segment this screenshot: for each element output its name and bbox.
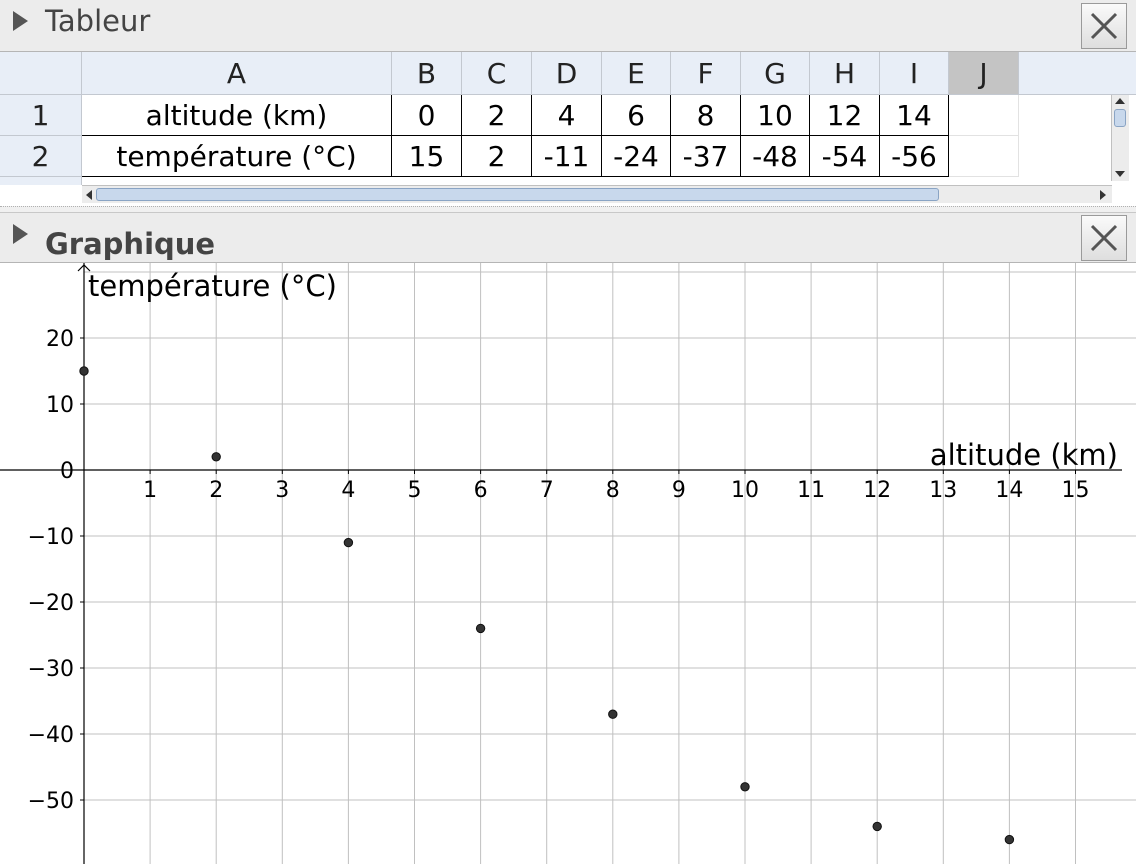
grid-corner — [0, 52, 82, 95]
vertical-scrollbar[interactable] — [1111, 95, 1129, 181]
x-tick-label: 14 — [995, 478, 1023, 503]
cell-g2[interactable]: -48 — [741, 136, 810, 177]
row-header-2[interactable]: 2 — [0, 136, 82, 177]
y-tick-label: −50 — [28, 789, 74, 814]
spreadsheet-panel-header: Tableur — [0, 0, 1136, 52]
x-tick-label: 4 — [341, 478, 355, 503]
data-point[interactable] — [740, 782, 750, 792]
x-tick-label: 15 — [1062, 478, 1090, 503]
y-tick-label: 10 — [46, 393, 74, 418]
x-tick-label: 13 — [929, 478, 957, 503]
close-spreadsheet-button[interactable] — [1081, 3, 1127, 49]
column-header-i[interactable]: I — [880, 52, 949, 95]
scroll-right-icon[interactable] — [1100, 190, 1106, 200]
close-icon — [1090, 224, 1118, 252]
x-tick-label: 2 — [209, 478, 223, 503]
close-icon — [1090, 12, 1118, 40]
horizontal-scrollbar[interactable] — [82, 185, 1112, 203]
cell-b2[interactable]: 15 — [392, 136, 462, 177]
x-tick-label: 9 — [672, 478, 686, 503]
vertical-scroll-thumb[interactable] — [1114, 109, 1126, 127]
graphics-view[interactable]: 1 2 3 4 5 6 7 8 9 10 11 12 13 14 15 20100−10−20−30−40−… — [0, 263, 1136, 864]
scroll-left-icon[interactable] — [86, 190, 92, 200]
close-graph-button[interactable] — [1081, 215, 1127, 261]
data-point[interactable] — [608, 709, 618, 719]
y-tick-labels: 20 10 0 −10 −20 −30 −40 −50 — [28, 327, 74, 814]
triangle-right-icon[interactable] — [13, 11, 28, 31]
column-header-empty — [1019, 52, 1136, 95]
graph-panel-header: Graphique — [0, 212, 1136, 263]
column-header-f[interactable]: F — [671, 52, 741, 95]
cell-i2[interactable]: -56 — [880, 136, 949, 177]
horizontal-scroll-thumb[interactable] — [96, 188, 939, 201]
data-point[interactable] — [475, 623, 486, 634]
cell-d1[interactable]: 4 — [532, 95, 602, 136]
cell-e1[interactable]: 6 — [602, 95, 671, 136]
axes — [0, 263, 1122, 864]
cell-f1[interactable]: 8 — [671, 95, 741, 136]
y-tick-label: −40 — [28, 723, 74, 748]
row-header-3-partial — [0, 177, 82, 185]
cell-c2[interactable]: 2 — [462, 136, 532, 177]
column-header-d[interactable]: D — [532, 52, 602, 95]
x-tick-label: 3 — [275, 478, 289, 503]
column-header-e[interactable]: E — [602, 52, 671, 95]
grid-lines — [84, 263, 1136, 864]
row-header-1[interactable]: 1 — [0, 95, 82, 136]
cell-g1[interactable]: 10 — [741, 95, 810, 136]
cell-a1[interactable]: altitude (km) — [82, 95, 392, 136]
y-tick-label: −10 — [28, 525, 74, 550]
y-tick-label: −30 — [28, 657, 74, 682]
spreadsheet-grid[interactable]: A B C D E F G H I J 1 altitude (km) 0 2 … — [0, 52, 1136, 206]
cell-j2[interactable] — [949, 136, 1019, 177]
column-header-g[interactable]: G — [741, 52, 810, 95]
cell-j1[interactable] — [949, 95, 1019, 136]
x-tick-label: 1 — [143, 478, 157, 503]
x-tick-label: 5 — [408, 478, 422, 503]
x-tick-label: 8 — [606, 478, 620, 503]
column-header-b[interactable]: B — [392, 52, 462, 95]
y-axis-title: température (°C) — [88, 269, 337, 303]
cell-a2[interactable]: température (°C) — [82, 136, 392, 177]
triangle-right-icon[interactable] — [13, 224, 28, 244]
x-axis-title: altitude (km) — [930, 438, 1118, 472]
scroll-down-icon[interactable] — [1115, 171, 1125, 177]
cell-c1[interactable]: 2 — [462, 95, 532, 136]
spreadsheet-panel-title: Tableur — [45, 4, 151, 38]
cell-f2[interactable]: -37 — [671, 136, 741, 177]
y-tick-label: 20 — [46, 327, 74, 352]
x-tick-label: 11 — [797, 478, 825, 503]
cell-h1[interactable]: 12 — [810, 95, 880, 136]
cell-b1[interactable]: 0 — [392, 95, 462, 136]
cell-h2[interactable]: -54 — [810, 136, 880, 177]
y-tick-label: −20 — [28, 591, 74, 616]
cell-e2[interactable]: -24 — [602, 136, 671, 177]
data-point[interactable] — [211, 452, 221, 462]
data-point[interactable] — [79, 366, 89, 376]
y-tick-label: 0 — [60, 459, 74, 484]
column-header-h[interactable]: H — [810, 52, 880, 95]
cell-d2[interactable]: -11 — [532, 136, 602, 177]
column-header-c[interactable]: C — [462, 52, 532, 95]
data-point[interactable] — [1004, 834, 1015, 845]
data-point[interactable] — [872, 821, 882, 832]
x-tick-labels: 1 2 3 4 5 6 7 8 9 10 11 12 13 14 15 — [143, 478, 1089, 503]
x-tick-label: 7 — [540, 478, 554, 503]
x-tick-label: 6 — [474, 478, 488, 503]
x-tick-label: 10 — [731, 478, 759, 503]
cell-i1[interactable]: 14 — [880, 95, 949, 136]
x-tick-label: 12 — [863, 478, 891, 503]
data-point[interactable] — [343, 537, 354, 548]
column-header-j[interactable]: J — [949, 52, 1019, 95]
graph-panel-title: Graphique — [45, 227, 216, 261]
column-header-a[interactable]: A — [82, 52, 392, 95]
scroll-up-icon[interactable] — [1115, 98, 1125, 104]
